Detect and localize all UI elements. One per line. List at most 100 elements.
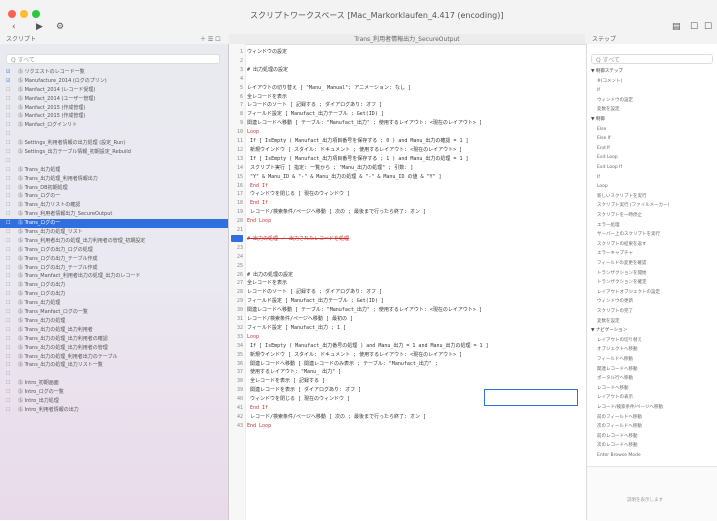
script-list-item[interactable]: ☐ Ⓢ Trans_利用者情報出力_SecureOutput [0,210,228,219]
script-list-item[interactable]: ☐ Ⓢ Trans_出力の処理 [0,317,228,326]
code-line[interactable]: 14 スクリプト実行 [ 指定: 一覧から ; "Manu_出力の処理" ; 引… [229,164,585,173]
step-item[interactable]: Else [597,126,715,133]
script-list-item[interactable]: ☐ Ⓢ Trans_DB初期処理 [0,184,228,193]
code-line[interactable]: 42 レコード/検索条件/ページへ移動 [ 次の ; 最後まで行ったら終了: オ… [229,413,585,422]
script-list-item[interactable]: ☐ Ⓢ Trans_ログの出力_ログの処理 [0,246,228,255]
script-list-item[interactable]: ☐ Ⓢ Trans_出力処理 [0,166,228,175]
script-list-item[interactable]: ☐ Ⓢ Intro_利用者情報の出力 [0,406,228,415]
step-item[interactable]: ポータル行へ移動 [597,375,715,382]
script-checkbox[interactable]: ☑ [6,68,18,77]
script-list-item[interactable]: ☐ Ⓢ Trans_ログの一 [0,192,228,201]
code-line[interactable]: 37 使用するレイアウト: "Manu_ 出力" ] [229,368,585,377]
code-line[interactable]: 3 # 出力処理の設定 [229,66,585,75]
script-checkbox[interactable]: ☐ [6,175,18,184]
code-line[interactable]: 12 新規ウインドウ [ スタイル: ドキュメント ; 使用するレイアウト: <… [229,146,585,155]
script-list-item[interactable]: ☑ Ⓢ Manufacture_2014 (ログのプリン) [0,77,228,86]
script-list-item[interactable]: ☐ Ⓢ Trans_利用者出力の処理_出力利用者の管理_初期設定 [0,237,228,246]
script-list-item[interactable]: ☐ [0,157,228,166]
code-line[interactable]: 21 [229,226,585,235]
sidebar-toggle-icon[interactable]: ▤ [672,22,681,32]
script-checkbox[interactable]: ☐ [6,397,18,406]
code-line[interactable]: 33 Loop [229,333,585,342]
script-checkbox[interactable]: ☐ [6,335,18,344]
code-line[interactable]: 15 "Y" & Manu_ID & "-" & Manu_出力の処理 & "-… [229,173,585,182]
script-checkbox[interactable]: ☐ [6,104,18,113]
code-line[interactable]: 30 関連レコードへ移動 [ テーブル: "Manufact_出力" ; 使用する… [229,306,585,315]
code-line[interactable]: 8 フィールド設定 [ Manufact_出力テーブル ; Get(ID) ] [229,110,585,119]
step-item[interactable]: Exit Loop [597,154,715,161]
code-line[interactable]: 6 全レコードを表示 [229,93,585,102]
code-line[interactable]: 22# 出力の処理 ／ 出力されたレコードを処理 [229,235,585,244]
script-checkbox[interactable]: ☐ [6,148,18,157]
script-list-item[interactable]: ☐ Ⓢ Trans_Manfact_ログの一覧 [0,308,228,317]
script-list-item[interactable]: ☑ Ⓢ リクエストのレコード一覧 [0,68,228,77]
run-icon[interactable]: ▶ [36,22,43,32]
step-item[interactable]: スクリプトの完了 [597,308,715,315]
script-list-item[interactable]: ☐ Ⓢ Trans_出力リストの確認 [0,201,228,210]
code-line[interactable]: 36 関連レコードへ移動 [ 関連レコードのみ表示 ; テーブル: "Manuf… [229,360,585,369]
zoom-window-button[interactable] [32,10,40,18]
script-list-item[interactable]: ☐ Ⓢ Intro_ログの一覧 [0,388,228,397]
script-list-item[interactable]: ☐ Ⓢ Trans_出力の処理_利用者出力のテーブル [0,353,228,362]
add-script-icon[interactable]: ＋ ☰ ☐ [200,34,221,44]
step-item[interactable]: フィールドの変更を確認 [597,260,715,267]
script-checkbox[interactable]: ☐ [6,201,18,210]
code-line[interactable]: 34 If [ IsEmpty ( Manufact_出力番号の処理 ) and… [229,342,585,351]
code-line[interactable]: 23 [229,244,585,253]
script-list-item[interactable]: ☐ [0,130,228,139]
code-line[interactable]: 17 ウィンドウを閉じる [ 現在のウィンドウ ] [229,190,585,199]
script-checkbox[interactable]: ☐ [6,290,18,299]
script-list-item[interactable]: ☐ Ⓢ Intro_初期画面 [0,379,228,388]
script-checkbox[interactable]: ☐ [6,361,18,370]
script-checkbox[interactable]: ☐ [6,406,18,415]
step-item[interactable]: レイアウトオブジェクトの設定 [597,289,715,296]
script-checkbox[interactable]: ☑ [6,77,18,86]
script-checkbox[interactable]: ☐ [6,95,18,104]
code-line[interactable]: 26 # 出力の処理の設定 [229,271,585,280]
script-checkbox[interactable]: ☐ [6,344,18,353]
code-line[interactable]: 28 レコードのソート [ 記録する ; ダイアログあり: オフ ] [229,288,585,297]
code-line[interactable]: 1 ウィンドウの設定 [229,48,585,57]
script-checkbox[interactable]: ☐ [6,86,18,95]
script-list-item[interactable]: ☐ Ⓢ Settings_出力テーブル情報_初期設定_Rebuild [0,148,228,157]
step-item[interactable]: 新しいスクリプトを実行 [597,193,715,200]
code-line[interactable]: 19 レコード/検索条件/ページへ移動 [ 次の ; 最後まで行ったら終了: オ… [229,208,585,217]
step-item[interactable]: スクリプト実行 (ファイルメーカー) [597,202,715,209]
step-item[interactable]: トランザクションを確定 [597,279,715,286]
script-checkbox[interactable]: ☐ [6,264,18,273]
script-checkbox[interactable]: ☐ [6,246,18,255]
script-checkbox[interactable]: ☐ [6,388,18,397]
step-item[interactable]: End If [597,145,715,152]
step-item[interactable]: 次のフィールドへ移動 [597,423,715,430]
script-list-item[interactable]: ☐ Ⓢ Intro_出力処理 [0,397,228,406]
code-line[interactable]: 13 If [ IsEmpty ( Manufact_出力項目番号を保存する ;… [229,155,585,164]
script-list-item[interactable]: ☐ [0,370,228,379]
step-item[interactable]: 次のレコードへ移動 [597,442,715,449]
step-item[interactable]: 変数を設定 [597,106,715,113]
step-item[interactable]: サーバー上のスクリプトを実行 [597,231,715,238]
script-checkbox[interactable]: ☐ [6,370,18,379]
script-list-item[interactable]: ☐ Ⓢ Trans_出力処理 [0,299,228,308]
script-list-item[interactable]: ☐ Ⓢ Trans_出力の処理_出力利用者の管理 [0,344,228,353]
script-list-item[interactable]: ☐ Ⓢ Settings_利用者情報の出力処理 (設定_Run) [0,139,228,148]
script-list-item[interactable]: ☐ Ⓢ Trans_ログの出力 [0,281,228,290]
script-list-item[interactable]: ☐ Ⓢ Trans_ログの出力 [0,290,228,299]
step-item[interactable]: レイアウトの表示 [597,394,715,401]
script-list-item[interactable]: ☐ Ⓢ Trans_ログの出力_テーブル作成 [0,255,228,264]
back-icon[interactable]: ‹ [12,22,16,32]
script-list-item[interactable]: ☐ Ⓢ Trans_出力の処理_出力利用者の確認 [0,335,228,344]
script-list-item[interactable]: ☐ Ⓢ Trans_出力の処理_出力利用者 [0,326,228,335]
script-checkbox[interactable]: ☐ [6,255,18,264]
code-line[interactable]: 27 全レコードを表示 [229,279,585,288]
script-list-item[interactable]: ☐ Ⓢ Trans_ログの出力_テーブル作成 [0,264,228,273]
step-item[interactable]: Else If [597,135,715,142]
script-checkbox[interactable]: ☐ [6,210,18,219]
script-checkbox[interactable]: ☐ [6,130,18,139]
script-list-item[interactable]: ☐ Ⓢ Trans_Manfact_利用者出力の処理_出力のレコード [0,272,228,281]
step-item[interactable]: 変数を設定 [597,318,715,325]
code-line[interactable]: 38 全レコードを表示 [ 記録する ] [229,377,585,386]
code-line[interactable]: 18 End If [229,199,585,208]
steps-toggle-icon[interactable]: ☐ [690,22,698,32]
script-list-item[interactable]: ☐ Ⓢ Manfact_2014 (レコード受理) [0,86,228,95]
step-item[interactable]: #(コメント) [597,78,715,85]
